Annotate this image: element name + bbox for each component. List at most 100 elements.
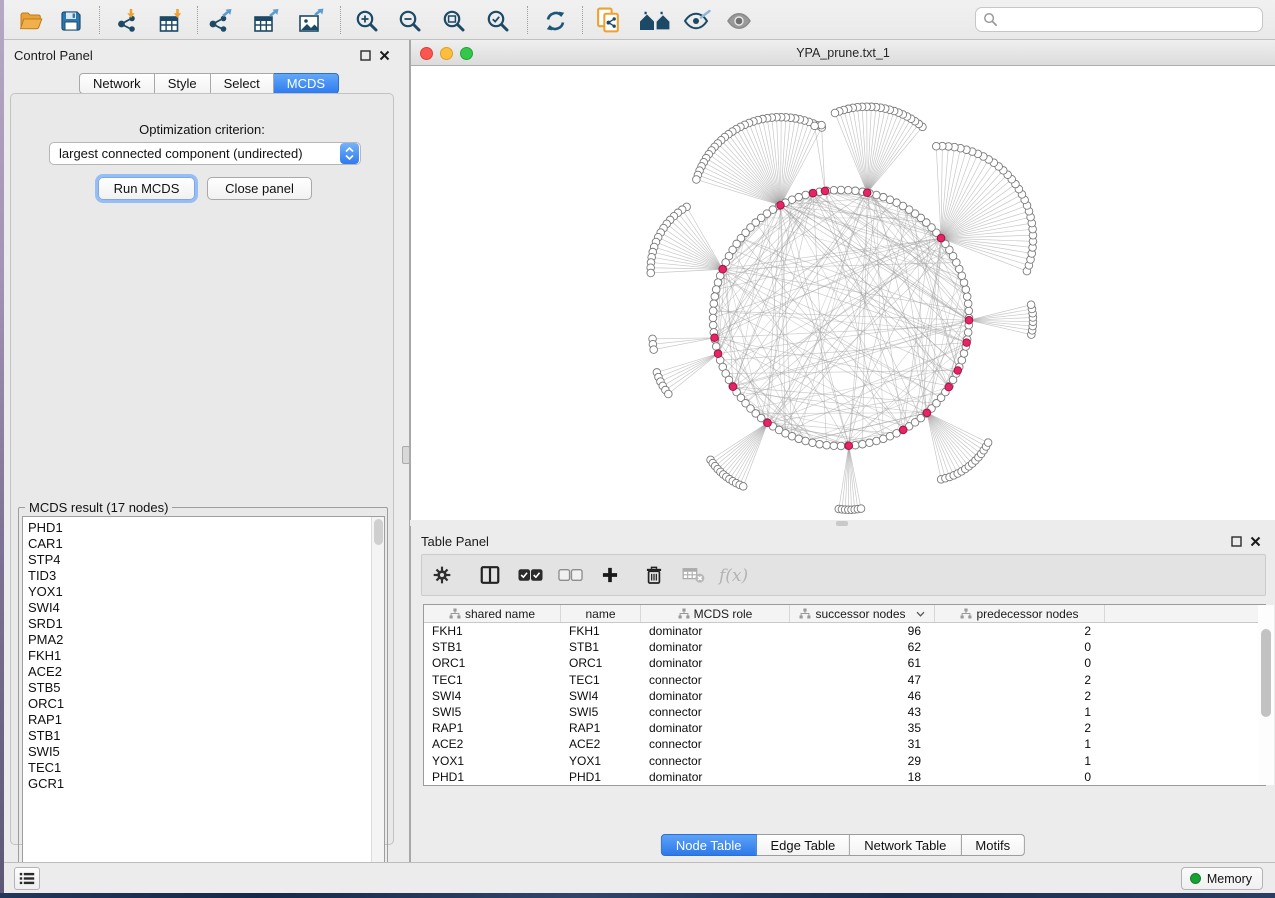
column-header-name[interactable]: name: [561, 605, 641, 622]
cell-shared-name: ORC1: [424, 655, 561, 671]
network-canvas[interactable]: [411, 66, 1275, 520]
save-icon[interactable]: [57, 7, 85, 34]
export-network-icon[interactable]: [206, 7, 234, 34]
mcds-result-item[interactable]: SRD1: [23, 616, 384, 632]
screen: Control Panel NetworkStyleSelectMCDS Opt…: [0, 0, 1275, 898]
cell-successor-nodes: 62: [790, 639, 935, 655]
splitter-grip[interactable]: [402, 446, 410, 464]
mcds-result-item[interactable]: PHD1: [23, 520, 384, 536]
cell-name: YOX1: [561, 753, 641, 769]
mcds-list-scrollbar[interactable]: [371, 517, 384, 874]
export-table-icon[interactable]: [252, 7, 280, 34]
tab-network-table[interactable]: Network Table: [850, 834, 961, 856]
table-scrollbar-thumb[interactable]: [1261, 629, 1271, 717]
column-header-MCDS-role[interactable]: MCDS role: [641, 605, 790, 622]
close-panel-icon[interactable]: [379, 50, 390, 61]
hide-annotations-icon[interactable]: [683, 7, 711, 34]
mcds-result-item[interactable]: ORC1: [23, 696, 384, 712]
tab-edge-table[interactable]: Edge Table: [756, 834, 850, 856]
column-header-predecessor-nodes[interactable]: predecessor nodes: [935, 605, 1105, 622]
close-panel-button[interactable]: Close panel: [207, 177, 312, 200]
mcds-result-item[interactable]: RAP1: [23, 712, 384, 728]
delete-column-icon[interactable]: [634, 560, 674, 590]
cell-MCDS-role: dominator: [641, 655, 790, 671]
tab-select[interactable]: Select: [211, 73, 274, 94]
mcds-result-group: MCDS result (17 nodes) PHD1CAR1STP4TID3Y…: [18, 507, 388, 879]
add-column-icon[interactable]: [590, 560, 630, 590]
zoom-out-icon[interactable]: [396, 7, 424, 34]
zoom-in-icon[interactable]: [353, 7, 381, 34]
table-row[interactable]: ORC1ORC1dominator610: [424, 655, 1265, 671]
table-body: FKH1FKH1dominator962STB1STB1dominator620…: [424, 623, 1265, 785]
zoom-fit-icon[interactable]: [440, 7, 468, 34]
main-toolbar: [4, 0, 1275, 40]
select-all-icon[interactable]: [510, 560, 550, 590]
clone-network-icon[interactable]: [595, 7, 623, 34]
function-builder-icon[interactable]: f(x): [714, 560, 754, 590]
table-row[interactable]: SWI4SWI4dominator462: [424, 688, 1265, 704]
task-history-button[interactable]: [14, 867, 40, 890]
zoom-selected-icon[interactable]: [484, 7, 512, 34]
memory-button[interactable]: Memory: [1181, 867, 1263, 890]
mcds-result-item[interactable]: STB1: [23, 728, 384, 744]
float-panel-icon[interactable]: [360, 50, 371, 61]
column-panel-icon[interactable]: [470, 560, 510, 590]
search-input[interactable]: [1003, 13, 1262, 27]
optimization-criterion-select[interactable]: largest connected component (undirected): [49, 142, 361, 165]
mcds-result-item[interactable]: PMA2: [23, 632, 384, 648]
mcds-result-item[interactable]: SWI5: [23, 744, 384, 760]
mcds-result-item[interactable]: FKH1: [23, 648, 384, 664]
tab-node-table[interactable]: Node Table: [661, 834, 757, 856]
mcds-result-item[interactable]: TEC1: [23, 760, 384, 776]
table-row[interactable]: YOX1YOX1connector291: [424, 753, 1265, 769]
mcds-result-item[interactable]: STP4: [23, 552, 384, 568]
tab-motifs[interactable]: Motifs: [961, 834, 1025, 856]
mcds-result-item[interactable]: CAR1: [23, 536, 384, 552]
tab-network[interactable]: Network: [79, 73, 155, 94]
tab-mcds[interactable]: MCDS: [274, 73, 339, 94]
cytoscape-window: Control Panel NetworkStyleSelectMCDS Opt…: [4, 0, 1275, 893]
network-titlebar[interactable]: YPA_prune.txt_1: [411, 40, 1275, 66]
cell-shared-name: STB1: [424, 639, 561, 655]
column-header-successor-nodes[interactable]: successor nodes: [790, 605, 935, 622]
search-icon: [983, 12, 998, 27]
network-graph[interactable]: [411, 66, 1275, 520]
table-settings-icon[interactable]: [422, 560, 462, 590]
mcds-result-item[interactable]: ACE2: [23, 664, 384, 680]
import-table-icon[interactable]: [156, 7, 184, 34]
tab-style[interactable]: Style: [155, 73, 211, 94]
column-header-shared-name[interactable]: shared name: [424, 605, 561, 622]
deselect-all-icon[interactable]: [550, 560, 590, 590]
table-row[interactable]: PHD1PHD1dominator180: [424, 769, 1265, 785]
table-scrollbar[interactable]: [1258, 605, 1274, 785]
table-row[interactable]: TEC1TEC1connector472: [424, 672, 1265, 688]
mcds-result-item[interactable]: SWI4: [23, 600, 384, 616]
mcds-result-list[interactable]: PHD1CAR1STP4TID3YOX1SWI4SRD1PMA2FKH1ACE2…: [22, 516, 385, 875]
mcds-result-item[interactable]: TID3: [23, 568, 384, 584]
table-row[interactable]: SWI5SWI5connector431: [424, 704, 1265, 720]
table-row[interactable]: FKH1FKH1dominator962: [424, 623, 1265, 639]
mcds-tab-content: Optimization criterion: largest connecte…: [10, 93, 394, 845]
mcds-result-item[interactable]: GCR1: [23, 776, 384, 792]
mcds-result-item[interactable]: YOX1: [23, 584, 384, 600]
run-mcds-button[interactable]: Run MCDS: [98, 177, 195, 200]
cell-MCDS-role: connector: [641, 753, 790, 769]
delete-table-icon[interactable]: [674, 560, 714, 590]
import-network-icon[interactable]: [113, 7, 141, 34]
cell-MCDS-role: dominator: [641, 623, 790, 639]
mcds-result-item[interactable]: STB5: [23, 680, 384, 696]
table-row[interactable]: STB1STB1dominator620: [424, 639, 1265, 655]
float-panel-icon[interactable]: [1231, 536, 1242, 547]
table-row[interactable]: RAP1RAP1dominator352: [424, 720, 1265, 736]
search-field[interactable]: [975, 7, 1263, 32]
table-panel: Table Panel: [410, 526, 1275, 862]
table-row[interactable]: ACE2ACE2connector311: [424, 736, 1265, 752]
vertical-splitter[interactable]: [402, 40, 410, 862]
refresh-icon[interactable]: [541, 7, 569, 34]
export-image-icon[interactable]: [297, 7, 325, 34]
close-panel-icon[interactable]: [1250, 536, 1261, 547]
memory-label: Memory: [1207, 872, 1252, 886]
home-layout-icon[interactable]: [638, 7, 672, 34]
open-file-icon[interactable]: [17, 7, 45, 34]
show-annotations-icon[interactable]: [726, 7, 754, 34]
